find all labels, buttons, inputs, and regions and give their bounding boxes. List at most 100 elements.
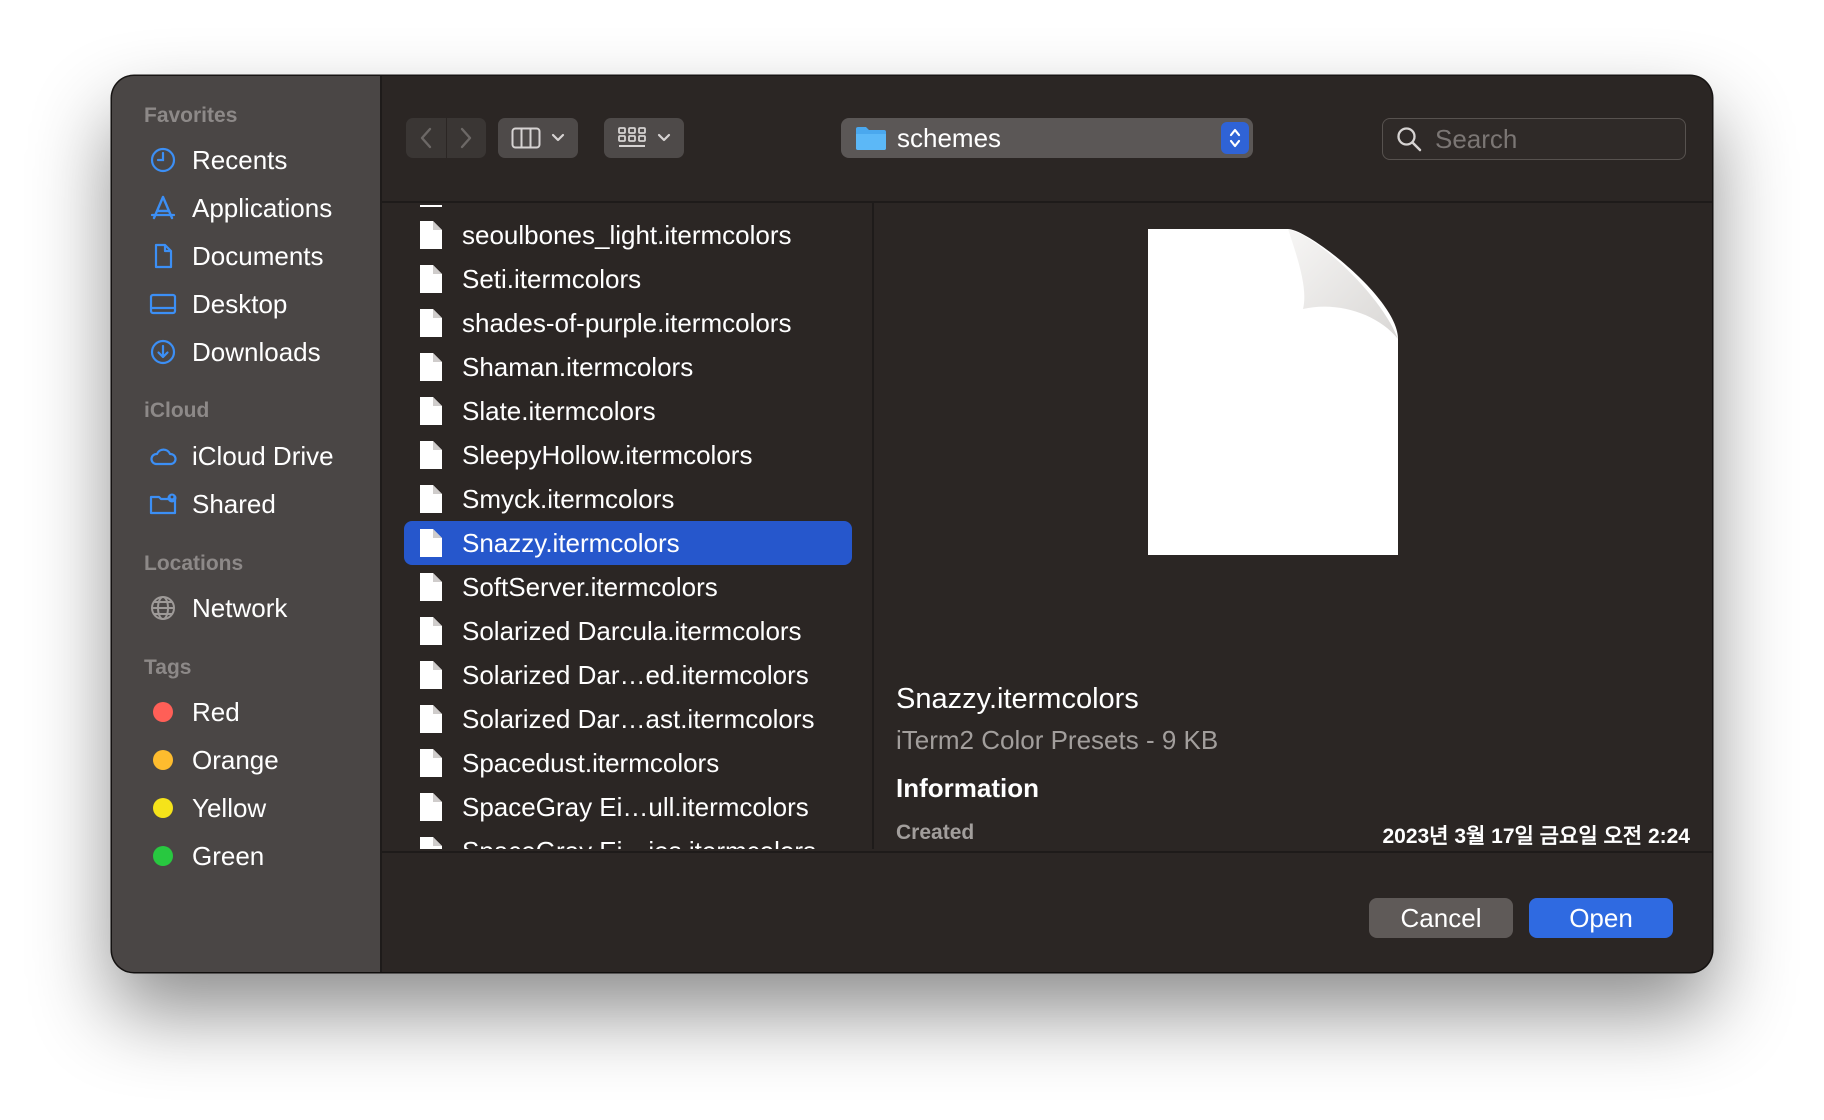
file-row[interactable]: Slate.itermcolors bbox=[404, 389, 852, 433]
file-row[interactable]: Solarized Dar…ed.itermcolors bbox=[404, 653, 852, 697]
sidebar-item-shared[interactable]: Shared bbox=[148, 484, 276, 524]
updown-chevron-icon bbox=[1221, 122, 1249, 154]
group-button[interactable] bbox=[604, 118, 684, 158]
file-icon bbox=[420, 705, 442, 733]
sidebar-item-label: Green bbox=[192, 840, 265, 871]
search-icon bbox=[1397, 127, 1422, 152]
file-name: Snazzy.itermcolors bbox=[462, 527, 680, 558]
nav-buttons bbox=[406, 118, 486, 158]
sidebar-item-label: Yellow bbox=[192, 792, 267, 823]
back-button[interactable] bbox=[406, 118, 447, 158]
open-button[interactable]: Open bbox=[1529, 898, 1673, 938]
file-name: SpaceGray Ei…ies.itermcolors bbox=[462, 836, 816, 850]
tag-dot-icon bbox=[153, 702, 173, 722]
sidebar-item-tag-red[interactable]: Red bbox=[148, 692, 240, 732]
sidebar-item-tag-green[interactable]: Green bbox=[148, 836, 264, 876]
file-icon bbox=[420, 573, 442, 601]
file-row[interactable]: SpaceGray Ei…ies.itermcolors bbox=[404, 829, 852, 849]
file-row-selected[interactable]: Snazzy.itermcolors bbox=[404, 521, 852, 565]
sidebar-item-tag-yellow[interactable]: Yellow bbox=[148, 788, 266, 828]
sidebar-item-desktop[interactable]: Desktop bbox=[148, 284, 287, 324]
sidebar-item-label: Documents bbox=[192, 240, 324, 271]
file-icon bbox=[420, 441, 442, 469]
preview-created-label: Created bbox=[896, 821, 975, 844]
file-row[interactable]: Spacedust.itermcolors bbox=[404, 741, 852, 785]
sidebar-item-label: Desktop bbox=[192, 288, 288, 319]
search-input[interactable] bbox=[1433, 122, 1667, 156]
sidebar-item-label: Orange bbox=[192, 744, 279, 775]
columns-view-icon bbox=[511, 127, 541, 149]
chevron-right-icon bbox=[461, 127, 472, 149]
path-label: schemes bbox=[897, 122, 1002, 153]
sidebar-item-label: iCloud Drive bbox=[192, 440, 334, 471]
file-row[interactable]: shades-of-purple.itermcolors bbox=[404, 301, 852, 345]
preview-created-value: 2023년 3월 17일 금요일 오전 2:24 bbox=[1382, 825, 1690, 848]
document-icon bbox=[148, 241, 178, 271]
file-icon bbox=[420, 661, 442, 689]
section-title-icloud: iCloud bbox=[144, 399, 210, 422]
file-row[interactable]: Solarized Dar…ast.itermcolors bbox=[404, 697, 852, 741]
file-icon bbox=[420, 617, 442, 645]
globe-icon bbox=[148, 593, 178, 623]
file-name: Smyck.itermcolors bbox=[462, 483, 675, 514]
file-row[interactable]: SleepyHollow.itermcolors bbox=[404, 433, 852, 477]
chevron-down-icon bbox=[551, 133, 565, 142]
file-row[interactable]: Solarized Darcula.itermcolors bbox=[404, 609, 852, 653]
partial-file-icon bbox=[420, 203, 442, 207]
dialog-footer: Cancel Open bbox=[382, 851, 1712, 972]
sidebar-item-network[interactable]: Network bbox=[148, 588, 287, 628]
download-icon bbox=[148, 337, 178, 367]
file-name: Slate.itermcolors bbox=[462, 395, 656, 426]
preview-info-title: Information bbox=[896, 773, 1039, 803]
file-name: shades-of-purple.itermcolors bbox=[462, 307, 792, 338]
sidebar-item-recents[interactable]: Recents bbox=[148, 140, 287, 180]
file-name: Solarized Dar…ast.itermcolors bbox=[462, 703, 815, 734]
sidebar-item-documents[interactable]: Documents bbox=[148, 236, 324, 276]
file-icon bbox=[420, 793, 442, 821]
file-icon bbox=[420, 265, 442, 293]
file-row[interactable]: SoftServer.itermcolors bbox=[404, 565, 852, 609]
file-icon bbox=[420, 353, 442, 381]
grid-group-icon bbox=[618, 127, 646, 147]
file-name: Seti.itermcolors bbox=[462, 263, 642, 294]
view-mode-button[interactable] bbox=[498, 118, 578, 158]
file-name: Shaman.itermcolors bbox=[462, 351, 694, 382]
clock-icon bbox=[148, 145, 178, 175]
sidebar-item-applications[interactable]: Applications bbox=[148, 188, 332, 228]
main-area: schemes seoulbones_light.itermcolors Seti… bbox=[382, 76, 1712, 972]
sidebar-item-icloud-drive[interactable]: iCloud Drive bbox=[148, 436, 334, 476]
section-title-tags: Tags bbox=[144, 656, 192, 679]
chevron-left-icon bbox=[420, 127, 431, 149]
tag-dot-icon bbox=[153, 798, 173, 818]
applications-icon bbox=[148, 193, 178, 223]
file-row[interactable]: Shaman.itermcolors bbox=[404, 345, 852, 389]
cancel-button[interactable]: Cancel bbox=[1369, 898, 1513, 938]
desktop-icon bbox=[148, 289, 178, 319]
path-popup[interactable]: schemes bbox=[841, 118, 1253, 158]
file-row[interactable]: Smyck.itermcolors bbox=[404, 477, 852, 521]
file-icon bbox=[420, 397, 442, 425]
preview-file-name: Snazzy.itermcolors bbox=[896, 683, 1139, 715]
sidebar-item-label: Downloads bbox=[192, 336, 321, 367]
file-icon bbox=[420, 485, 442, 513]
file-list[interactable]: seoulbones_light.itermcolors Seti.itermco… bbox=[382, 203, 874, 849]
sidebar-item-tag-orange[interactable]: Orange bbox=[148, 740, 279, 780]
file-icon bbox=[420, 309, 442, 337]
tag-dot-icon bbox=[153, 750, 173, 770]
forward-button[interactable] bbox=[447, 118, 487, 158]
file-row[interactable]: seoulbones_light.itermcolors bbox=[404, 213, 852, 257]
preview-file-kind: iTerm2 Color Presets - 9 KB bbox=[896, 725, 1219, 755]
file-row[interactable]: SpaceGray Ei…ull.itermcolors bbox=[404, 785, 852, 829]
file-name: seoulbones_light.itermcolors bbox=[462, 219, 792, 250]
sidebar-item-label: Red bbox=[192, 696, 240, 727]
sidebar-item-label: Recents bbox=[192, 144, 288, 175]
sidebar-item-label: Network bbox=[192, 592, 288, 623]
file-row[interactable]: Seti.itermcolors bbox=[404, 257, 852, 301]
file-icon bbox=[420, 221, 442, 249]
sidebar-item-downloads[interactable]: Downloads bbox=[148, 332, 321, 372]
cloud-icon bbox=[148, 441, 178, 471]
search-field[interactable] bbox=[1382, 118, 1686, 160]
file-name: SpaceGray Ei…ull.itermcolors bbox=[462, 791, 809, 822]
section-title-locations: Locations bbox=[144, 552, 244, 575]
tag-dot-icon bbox=[153, 846, 173, 866]
